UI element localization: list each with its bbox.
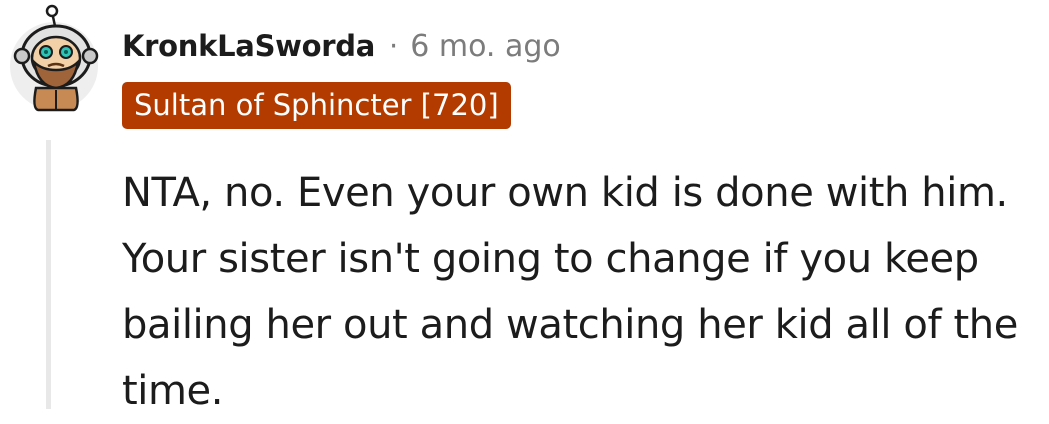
avatar-icon[interactable] [8,4,100,112]
timestamp-link[interactable]: 6 mo. ago [410,29,561,64]
thread-collapse-line[interactable] [46,140,51,409]
comment-meta: KronkLaSworda · 6 mo. ago [122,24,561,68]
comment-body: NTA, no. Even your own kid is done with … [122,170,1018,414]
username-link[interactable]: KronkLaSworda [122,29,375,63]
meta-separator: · [389,29,399,63]
user-flair: Sultan of Sphincter [720] [122,82,511,129]
